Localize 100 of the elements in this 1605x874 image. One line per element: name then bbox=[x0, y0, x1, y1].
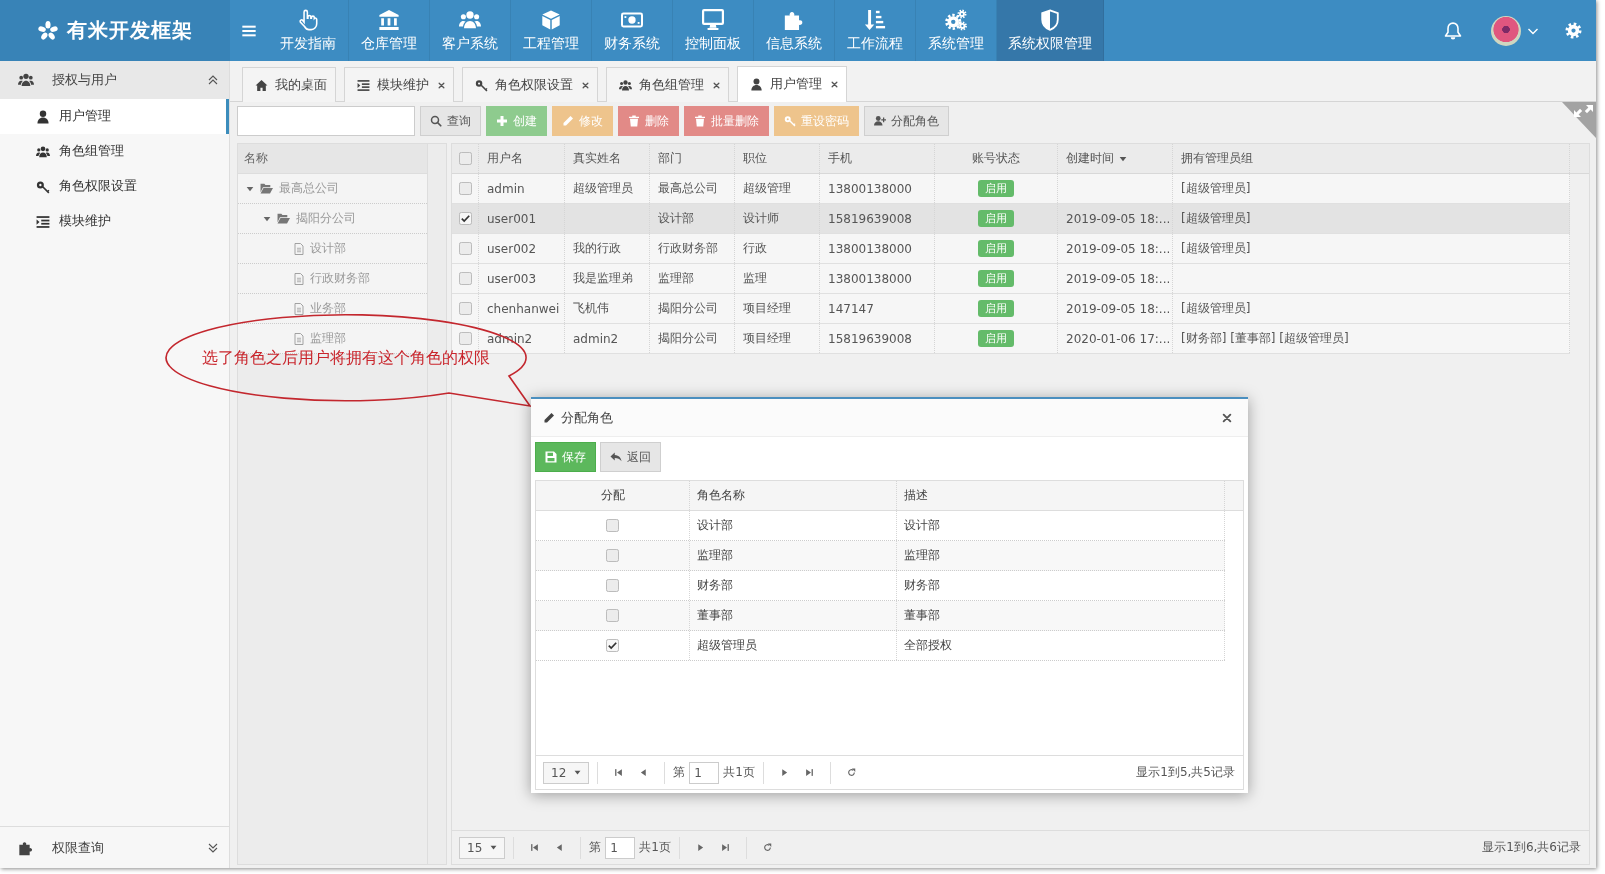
table-row[interactable]: user003 我是监理弟 监理部 监理 13800138000 启用 2019-09-05 18:... bbox=[452, 264, 1570, 294]
table-row[interactable]: admin 超级管理员 最高总公司 超级管理 13800138000 启用 [超级管理员] bbox=[452, 174, 1570, 204]
table-row[interactable]: 监理部 监理部 bbox=[536, 541, 1225, 571]
page-size-select[interactable]: 12 bbox=[543, 761, 590, 784]
caret-down-icon bbox=[574, 769, 582, 776]
column-header[interactable]: 手机 bbox=[820, 144, 935, 173]
last-page-icon[interactable] bbox=[720, 843, 730, 852]
table-row[interactable]: 财务部 财务部 bbox=[536, 571, 1225, 601]
checkbox[interactable] bbox=[606, 549, 619, 562]
page-label: 第 bbox=[589, 839, 602, 856]
table-cell: 设计师 bbox=[735, 204, 820, 233]
user-icon bbox=[750, 78, 763, 91]
bell-icon[interactable] bbox=[1443, 20, 1463, 41]
sidebar-item[interactable]: 角色权限设置 bbox=[0, 169, 229, 204]
checkbox[interactable] bbox=[458, 212, 472, 225]
table-row[interactable]: 设计部 设计部 bbox=[536, 511, 1225, 541]
tab[interactable]: 角色权限设置 bbox=[462, 67, 598, 102]
key-icon bbox=[36, 179, 50, 194]
sidebar-item[interactable]: 用户管理 bbox=[0, 99, 229, 134]
column-header[interactable]: 用户名 bbox=[479, 144, 565, 173]
table-cell: 董事部 bbox=[690, 601, 897, 630]
tab[interactable]: 模块维护 bbox=[344, 67, 454, 102]
search-field[interactable] bbox=[237, 106, 415, 136]
plus-icon bbox=[496, 115, 508, 127]
column-header[interactable]: 职位 bbox=[735, 144, 820, 173]
table-cell: 项目经理 bbox=[735, 294, 820, 323]
checkbox[interactable] bbox=[606, 639, 619, 652]
table-cell: chenhanwei bbox=[479, 294, 565, 323]
hand-pointer-icon bbox=[297, 8, 319, 31]
table-cell: 财务部 bbox=[897, 571, 1225, 600]
table-cell: 财务部 bbox=[690, 571, 897, 600]
table-row[interactable]: user001 设计部 设计师 15819639008 启用 2019-09-05 18:... [超级管理员] bbox=[452, 204, 1570, 234]
sidebar-item[interactable]: 角色组管理 bbox=[0, 134, 229, 169]
previous-page-icon[interactable] bbox=[639, 768, 649, 777]
checkbox[interactable] bbox=[458, 242, 472, 255]
file-icon bbox=[293, 331, 305, 346]
next-page-icon[interactable] bbox=[695, 843, 705, 852]
column-header[interactable]: 创建时间 bbox=[1058, 144, 1173, 173]
table-cell: 监理部 bbox=[897, 541, 1225, 570]
first-page-icon[interactable] bbox=[530, 843, 540, 852]
table-row[interactable]: 超级管理员 全部授权 bbox=[536, 631, 1225, 661]
checkbox[interactable] bbox=[458, 272, 472, 285]
sidebar-group-header[interactable]: 授权与用户 bbox=[0, 61, 229, 99]
tab[interactable]: 用户管理 bbox=[737, 66, 847, 102]
settings-icon[interactable] bbox=[1565, 22, 1582, 39]
double-chevron-up-icon[interactable] bbox=[207, 74, 219, 86]
checkbox[interactable] bbox=[458, 332, 472, 345]
trash-icon bbox=[628, 115, 640, 127]
indent-list-icon bbox=[36, 214, 50, 229]
back-button[interactable]: 返回 bbox=[600, 442, 661, 472]
page-input[interactable]: 1 bbox=[689, 761, 720, 784]
checkbox[interactable] bbox=[606, 609, 619, 622]
close-icon[interactable] bbox=[1222, 412, 1232, 423]
logo-text: 有米开发框架 bbox=[67, 17, 193, 44]
table-cell: 15819639008 bbox=[820, 204, 935, 233]
reply-arrow-icon bbox=[610, 451, 622, 463]
table-cell: 2019-09-05 18:... bbox=[1058, 204, 1173, 233]
checkbox[interactable] bbox=[458, 302, 472, 315]
table-row[interactable]: chenhanwei 飞机伟 揭阳分公司 项目经理 147147 启用 2019-09-05 18:... [超级管理员] bbox=[452, 294, 1570, 324]
column-header[interactable]: 真实姓名 bbox=[565, 144, 650, 173]
users-icon bbox=[36, 144, 50, 159]
close-icon[interactable] bbox=[831, 81, 838, 88]
table-cell: 项目经理 bbox=[735, 324, 820, 353]
table-cell: 2019-09-05 18:... bbox=[1058, 264, 1173, 293]
nav-item[interactable]: 系统权限管理 bbox=[997, 0, 1104, 61]
assign-role-button[interactable]: 分配角色 bbox=[864, 106, 949, 136]
column-header[interactable]: 部门 bbox=[650, 144, 735, 173]
checkbox[interactable] bbox=[458, 182, 472, 195]
table-row[interactable]: 董事部 董事部 bbox=[536, 601, 1225, 631]
table-cell: [超级管理员] bbox=[1173, 204, 1570, 233]
tab[interactable]: 角色组管理 bbox=[606, 67, 729, 102]
first-page-icon[interactable] bbox=[614, 768, 624, 777]
close-icon[interactable] bbox=[582, 81, 589, 89]
table-cell: 揭阳分公司 bbox=[650, 294, 735, 323]
checkbox[interactable] bbox=[458, 152, 472, 165]
avatar[interactable] bbox=[1491, 15, 1521, 46]
close-icon[interactable] bbox=[438, 81, 445, 89]
refresh-icon[interactable] bbox=[762, 843, 772, 852]
page-size-select[interactable]: 15 bbox=[459, 836, 506, 859]
caret-down-icon[interactable] bbox=[263, 214, 271, 223]
file-icon bbox=[293, 301, 305, 316]
table-cell: [超级管理员] bbox=[1173, 234, 1570, 263]
column-header[interactable]: 账号状态 bbox=[935, 144, 1058, 173]
refresh-icon[interactable] bbox=[846, 768, 856, 777]
sidebar-item[interactable]: 模块维护 bbox=[0, 204, 229, 239]
previous-page-icon[interactable] bbox=[555, 843, 565, 852]
checkbox[interactable] bbox=[606, 519, 619, 532]
table-cell: 我的行政 bbox=[565, 234, 650, 263]
tab[interactable]: 我的桌面 bbox=[242, 67, 336, 102]
next-page-icon[interactable] bbox=[779, 768, 789, 777]
search-button[interactable]: 查询 bbox=[420, 106, 481, 136]
column-header[interactable]: 拥有管理员组 bbox=[1173, 144, 1570, 173]
caret-down-icon[interactable] bbox=[246, 184, 254, 193]
table-cell: 2019-09-05 18:... bbox=[1058, 234, 1173, 263]
table-row[interactable]: user002 我的行政 行政财务部 行政 13800138000 启用 2019-09-05 18:... [超级管理员] bbox=[452, 234, 1570, 264]
last-page-icon[interactable] bbox=[804, 768, 814, 777]
double-chevron-down-icon[interactable] bbox=[207, 841, 219, 854]
close-icon[interactable] bbox=[713, 81, 720, 89]
page-input[interactable]: 1 bbox=[605, 836, 636, 859]
checkbox[interactable] bbox=[606, 579, 619, 592]
